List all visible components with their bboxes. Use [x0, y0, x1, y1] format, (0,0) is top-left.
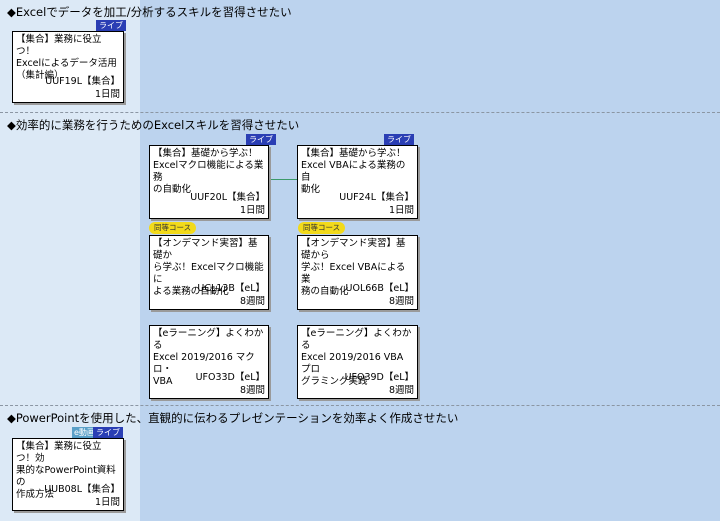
course-duration: 8週間: [388, 296, 414, 307]
course-card-uuf19l[interactable]: 【集合】業務に役立つ！ Excelによるデータ活用 （集計編） UUF19L【集…: [12, 31, 124, 103]
course-duration: 1日間: [94, 89, 120, 100]
equivalent-course-badge: 同等コース: [149, 222, 197, 234]
course-duration: 8週間: [239, 296, 265, 307]
course-card-ufo33d[interactable]: 【eラーニング】よくわかる Excel 2019/2016 マクロ・ VBA U…: [149, 325, 269, 399]
course-title: 【集合】業務に役立つ！ Excelによるデータ活用 （集計編）: [16, 34, 117, 81]
section-divider: [0, 405, 720, 406]
section-divider: [0, 112, 720, 113]
course-title: 【集合】基礎から学ぶ！ Excel VBAによる業務の自 動化: [301, 148, 406, 195]
section-title-powerpoint: ◆PowerPointを使用した、直観的に伝わるプレゼンテーションを効率よく作成…: [7, 411, 459, 425]
course-duration: 1日間: [239, 205, 265, 216]
live-badge: ライブ: [384, 134, 414, 145]
course-duration: 8週間: [239, 385, 265, 396]
course-code: UCL13B【eL】: [197, 283, 265, 294]
course-code: UUF19L【集合】: [45, 76, 120, 87]
equivalent-course-badge: 同等コース: [298, 222, 346, 234]
course-code: UUF20L【集合】: [190, 192, 265, 203]
course-code: UFO33D【eL】: [195, 372, 265, 383]
course-code: UUF24L【集合】: [339, 192, 414, 203]
course-duration: 8週間: [388, 385, 414, 396]
course-card-uol66b[interactable]: 【オンデマンド実習】基礎から 学ぶ！Excel VBAによる業 務の自動化 UO…: [297, 235, 418, 310]
course-card-ucl13b[interactable]: 【オンデマンド実習】基礎か ら学ぶ！Excelマクロ機能に よる業務の自動化 U…: [149, 235, 269, 310]
section-title-excel-efficiency: ◆効率的に業務を行うためのExcelスキルを習得させたい: [7, 118, 300, 132]
live-badge: ライブ: [246, 134, 276, 145]
course-code: UOL66B【eL】: [345, 283, 414, 294]
course-code: UUB08L【集合】: [44, 484, 120, 495]
live-badge: ライブ: [93, 427, 123, 438]
course-title: 【集合】基礎から学ぶ！ Excelマクロ機能による業務 の自動化: [153, 148, 264, 195]
course-card-ufo39d[interactable]: 【eラーニング】よくわかる Excel 2019/2016 VBA プロ グラミ…: [297, 325, 418, 399]
live-badge: ライブ: [96, 20, 126, 31]
course-duration: 1日間: [94, 497, 120, 508]
course-card-uuf24l[interactable]: 【集合】基礎から学ぶ！ Excel VBAによる業務の自 動化 UUF24L【集…: [297, 145, 418, 219]
course-card-uub08l[interactable]: 【集合】業務に役立つ！効 果的なPowerPoint資料の 作成方法 UUB08…: [12, 438, 124, 511]
course-card-uuf20l[interactable]: 【集合】基礎から学ぶ！ Excelマクロ機能による業務 の自動化 UUF20L【…: [149, 145, 269, 219]
connector-line: [271, 179, 298, 180]
course-duration: 1日間: [388, 205, 414, 216]
course-code: UFO39D【eL】: [344, 372, 414, 383]
section-title-excel-data: ◆Excelでデータを加工/分析するスキルを習得させたい: [7, 5, 292, 19]
